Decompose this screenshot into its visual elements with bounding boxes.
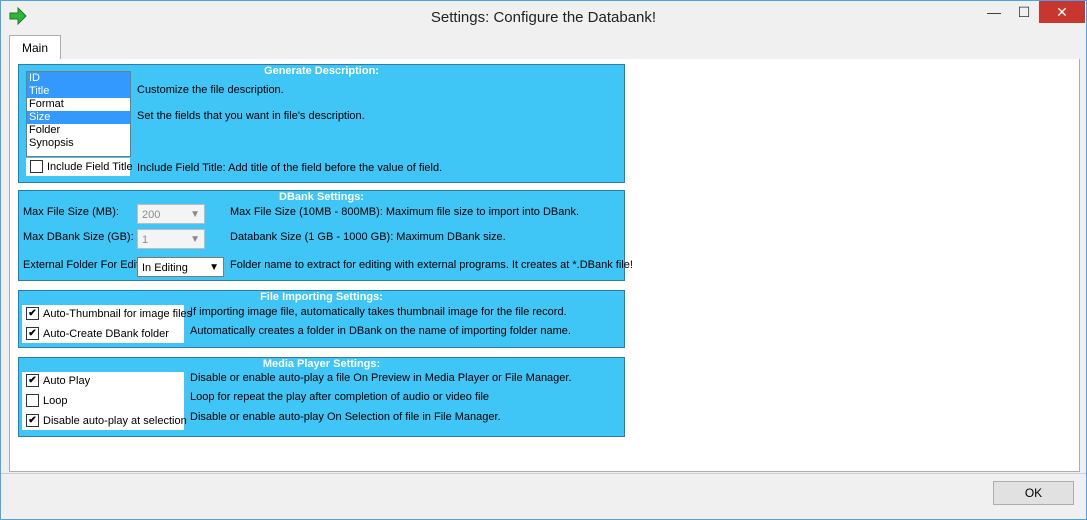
description-text: Include Field Title: Add title of the fi… (137, 162, 443, 174)
media-options-panel: ✔ Auto Play Loop ✔ Disable auto-play at se… (22, 372, 187, 430)
max-file-size-combo[interactable]: 200 ▼ (137, 204, 205, 224)
footer-divider (1, 473, 1086, 474)
description-text: Databank Size (1 GB - 1000 GB): Maximum … (230, 231, 506, 243)
loop-checkbox[interactable]: Loop (26, 393, 67, 409)
description-text: Max File Size (10MB - 800MB): Maximum fi… (230, 206, 580, 218)
list-item[interactable]: ID (27, 72, 130, 85)
chevron-down-icon[interactable]: ▼ (190, 230, 200, 250)
group-media-player: Media Player Settings: ✔ Auto Play Loop ✔… (18, 357, 625, 437)
list-item[interactable]: Title (27, 85, 130, 98)
description-text: Set the fields that you want in file's d… (137, 110, 365, 122)
group-title: File Importing Settings: (260, 291, 383, 303)
group-title: DBank Settings: (279, 191, 364, 203)
title-bar: Settings: Configure the Databank! — ☐ ✕ (1, 1, 1086, 32)
group-file-importing: File Importing Settings: ✔ Auto-Thumbnail… (18, 290, 625, 348)
ok-button[interactable]: OK (993, 481, 1074, 505)
checkbox-unchecked-icon[interactable] (26, 393, 39, 407)
checkbox-checked-icon[interactable]: ✔ (26, 306, 39, 320)
window-title: Settings: Configure the Databank! (430, 9, 657, 26)
auto-create-folder-checkbox[interactable]: ✔ Auto-Create DBank folder (26, 326, 169, 342)
description-text: Disable or enable auto-play On Selection… (190, 411, 501, 423)
max-dbank-size-combo[interactable]: 1 ▼ (137, 229, 205, 249)
checkbox-checked-icon[interactable]: ✔ (26, 413, 39, 427)
description-text: Customize the file description. (137, 84, 284, 96)
external-folder-label: External Folder For Edit (23, 259, 140, 271)
checkbox-checked-icon[interactable]: ✔ (26, 326, 39, 340)
checkbox-checked-icon[interactable]: ✔ (26, 373, 39, 387)
external-folder-combo[interactable]: In Editing ▼ (137, 257, 224, 277)
tab-strip: Main (9, 35, 1079, 60)
settings-window: Settings: Configure the Databank! — ☐ ✕ … (0, 0, 1087, 520)
import-options-panel: ✔ Auto-Thumbnail for image files ✔ Auto-Cr… (22, 305, 192, 343)
fields-listbox[interactable]: ID Title Format Size Folder Synopsis (26, 71, 131, 157)
list-item[interactable]: Format (27, 98, 130, 111)
minimize-button[interactable]: — (979, 1, 1009, 23)
checkbox-unchecked-icon[interactable] (30, 159, 43, 173)
group-title: Media Player Settings: (262, 358, 381, 370)
description-text: Loop for repeat the play after completio… (190, 391, 490, 403)
description-text: Folder name to extract for editing with … (230, 259, 633, 271)
tab-main[interactable]: Main (9, 35, 61, 60)
description-text: Automatically creates a folder in DBank … (190, 325, 571, 337)
list-item[interactable]: Synopsis (27, 137, 130, 150)
max-dbank-size-label: Max DBank Size (GB): (23, 231, 134, 243)
close-button[interactable]: ✕ (1039, 1, 1085, 23)
auto-thumbnail-checkbox[interactable]: ✔ Auto-Thumbnail for image files (26, 306, 192, 322)
list-item[interactable]: Folder (27, 124, 130, 137)
disable-autoplay-checkbox[interactable]: ✔ Disable auto-play at selection (26, 413, 187, 429)
auto-play-checkbox[interactable]: ✔ Auto Play (26, 373, 90, 389)
tab-page-main: Generate Description: ID Title Format Si… (9, 59, 1080, 472)
include-field-title-panel: Include Field Title (26, 158, 133, 176)
maximize-button[interactable]: ☐ (1009, 1, 1039, 23)
chevron-down-icon[interactable]: ▼ (190, 205, 200, 225)
group-generate-description: Generate Description: ID Title Format Si… (18, 64, 625, 183)
group-dbank-settings: DBank Settings: Max File Size (MB): 200 … (18, 190, 633, 281)
include-field-title-checkbox[interactable]: Include Field Title (30, 159, 133, 175)
list-item[interactable]: Size (27, 111, 130, 124)
chevron-down-icon[interactable]: ▼ (209, 258, 219, 278)
description-text: Disable or enable auto-play a file On Pr… (190, 372, 572, 384)
description-text: If importing image file, automatically t… (190, 306, 567, 318)
max-file-size-label: Max File Size (MB): (23, 206, 119, 218)
